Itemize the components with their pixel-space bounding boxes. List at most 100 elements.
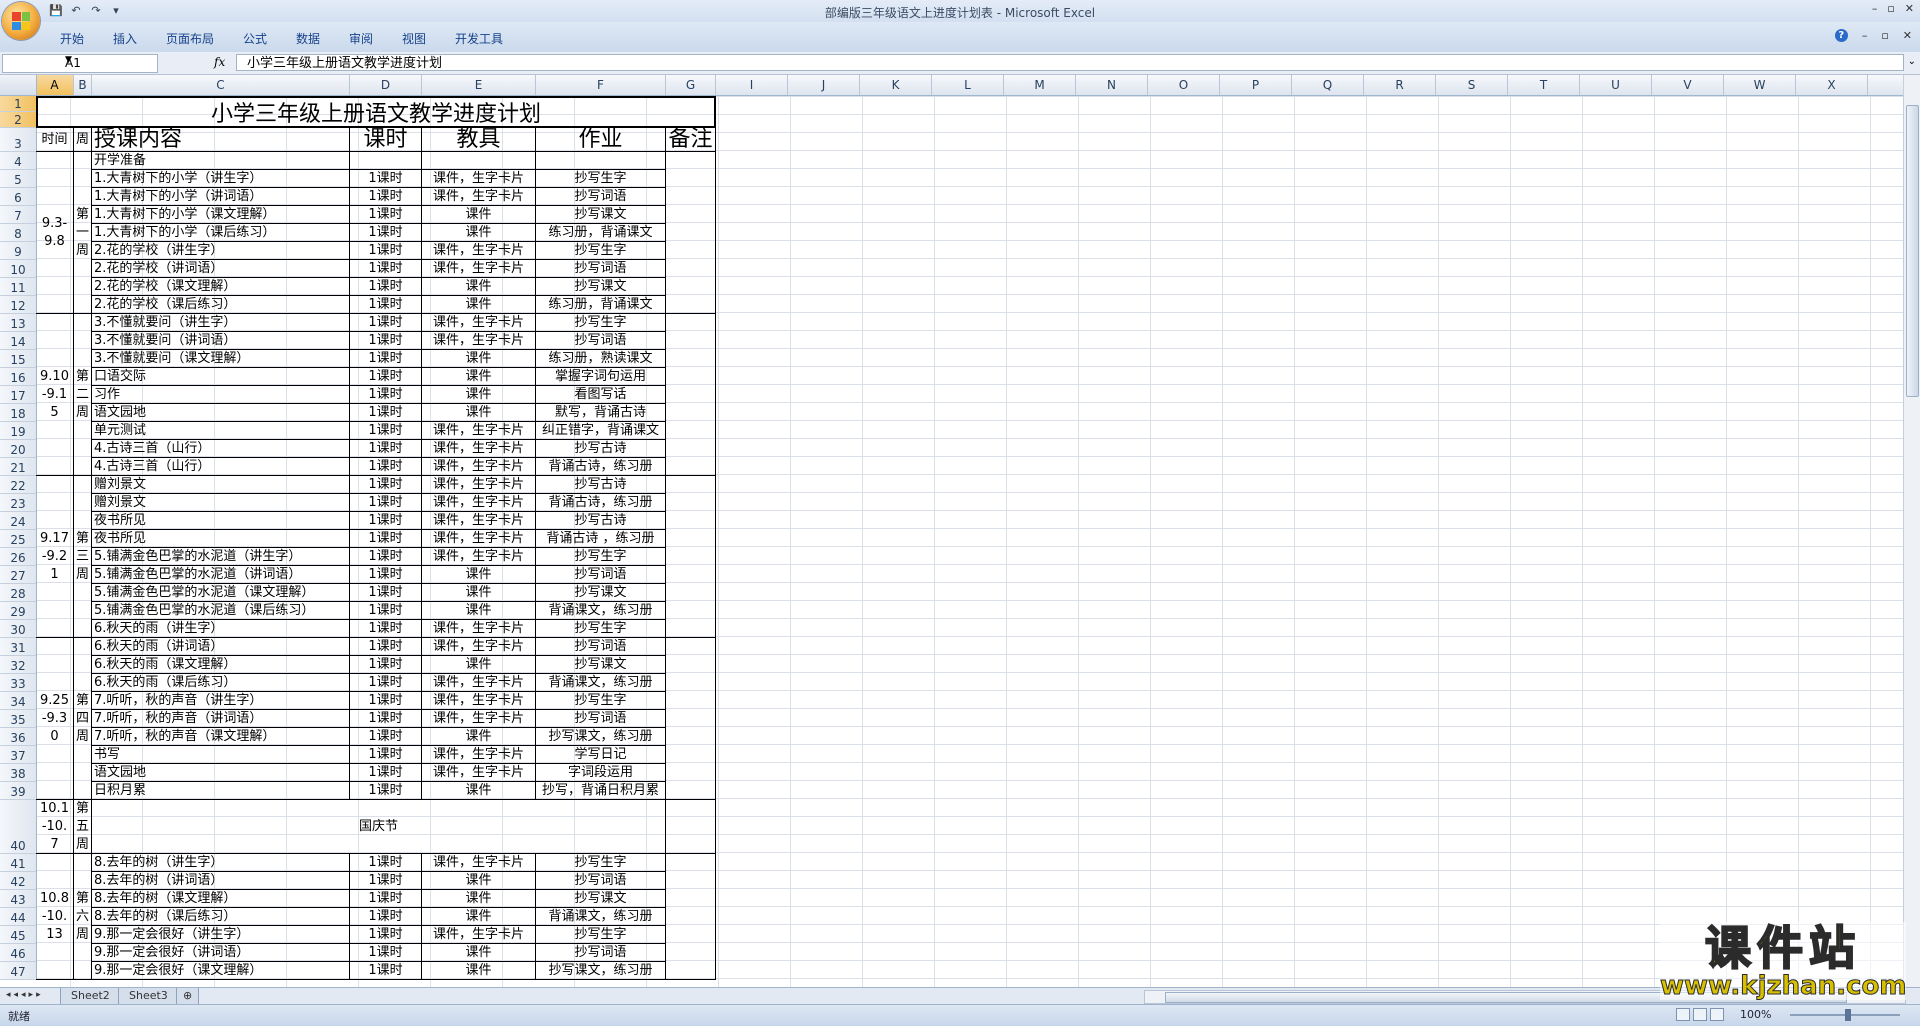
lesson-homework[interactable]: 抄写生字	[536, 926, 666, 944]
row-header[interactable]: 35	[0, 710, 36, 728]
lesson-hours[interactable]: 1课时	[350, 710, 422, 728]
row-header[interactable]: 2	[0, 112, 36, 128]
lesson-tools[interactable]: 课件	[422, 890, 536, 908]
row-header[interactable]: 3	[0, 128, 36, 152]
notes-cell[interactable]	[666, 152, 716, 314]
lesson-homework[interactable]: 默写，背诵古诗	[536, 404, 666, 422]
lesson-content[interactable]: 9.那一定会很好（讲词语）	[92, 944, 350, 962]
column-header[interactable]: X	[1796, 75, 1868, 95]
lesson-homework[interactable]: 抄写课文，练习册	[536, 962, 666, 980]
row-header[interactable]: 33	[0, 674, 36, 692]
lesson-homework[interactable]: 抄写课文	[536, 206, 666, 224]
lesson-tools[interactable]: 课件，生字卡片	[422, 746, 536, 764]
lesson-tools[interactable]: 课件	[422, 908, 536, 926]
tab-insert[interactable]: 插入	[113, 30, 137, 47]
week-label[interactable]: 第一周	[74, 152, 92, 314]
lesson-tools[interactable]: 课件，生字卡片	[422, 674, 536, 692]
zoom-slider-knob[interactable]	[1845, 1009, 1851, 1021]
lesson-hours[interactable]: 1课时	[350, 368, 422, 386]
lesson-content[interactable]: 6.秋天的雨（讲生字）	[92, 620, 350, 638]
lesson-tools[interactable]: 课件	[422, 656, 536, 674]
row-header[interactable]: 25	[0, 530, 36, 548]
row-header[interactable]: 42	[0, 872, 36, 890]
workbook-minimize-button[interactable]: –	[1862, 29, 1868, 42]
header-content[interactable]: 授课内容	[92, 128, 350, 152]
lesson-content[interactable]: 日积月累	[92, 782, 350, 800]
row-header[interactable]: 18	[0, 404, 36, 422]
lesson-homework[interactable]: 抄写生字	[536, 242, 666, 260]
lesson-tools[interactable]: 课件	[422, 944, 536, 962]
formula-input[interactable]: 小学三年级上册语文教学进度计划	[236, 54, 1904, 71]
lesson-tools[interactable]: 课件，生字卡片	[422, 530, 536, 548]
lesson-homework[interactable]: 抄写课文	[536, 656, 666, 674]
lesson-content[interactable]: 7.听听，秋的声音（讲生字）	[92, 692, 350, 710]
lesson-homework[interactable]: 抄写，背诵日积月累	[536, 782, 666, 800]
sheet-nav-arrows-icon[interactable]: ◂◂◂▸▸	[6, 990, 44, 1000]
lesson-hours[interactable]: 1课时	[350, 764, 422, 782]
holiday-cell[interactable]: 国庆节	[92, 800, 666, 854]
week-label[interactable]: 第三周	[74, 476, 92, 638]
lesson-homework[interactable]: 背诵课文，练习册	[536, 674, 666, 692]
chevron-down-icon[interactable]: ▼	[65, 55, 154, 65]
row-header[interactable]: 32	[0, 656, 36, 674]
lesson-hours[interactable]: 1课时	[350, 440, 422, 458]
lesson-hours[interactable]: 1课时	[350, 620, 422, 638]
vertical-scroll-thumb[interactable]	[1906, 105, 1919, 397]
lesson-hours[interactable]: 1课时	[350, 566, 422, 584]
lesson-content[interactable]: 口语交际	[92, 368, 350, 386]
lesson-hours[interactable]: 1课时	[350, 350, 422, 368]
lesson-content[interactable]: 2.花的学校（讲生字）	[92, 242, 350, 260]
lesson-content[interactable]: 9.那一定会很好（课文理解）	[92, 962, 350, 980]
column-header[interactable]: P	[1220, 75, 1292, 95]
column-header[interactable]: I	[716, 75, 788, 95]
lesson-hours[interactable]: 1课时	[350, 926, 422, 944]
lesson-homework[interactable]: 抄写课文	[536, 278, 666, 296]
row-header[interactable]: 39	[0, 782, 36, 800]
lesson-homework[interactable]: 背诵古诗 ，练习册	[536, 530, 666, 548]
header-tools[interactable]: 教具	[422, 128, 536, 152]
row-header[interactable]: 4	[0, 152, 36, 170]
lesson-tools[interactable]: 课件	[422, 206, 536, 224]
lesson-tools[interactable]: 课件，生字卡片	[422, 926, 536, 944]
row-header[interactable]: 10	[0, 260, 36, 278]
select-all-corner[interactable]	[0, 75, 37, 95]
row-header[interactable]: 8	[0, 224, 36, 242]
row-header[interactable]: 46	[0, 944, 36, 962]
sheet-title[interactable]: 小学三年级上册语文教学进度计划	[36, 96, 716, 128]
column-header[interactable]: G	[666, 75, 716, 95]
lesson-content[interactable]: 7.听听，秋的声音（课文理解）	[92, 728, 350, 746]
week-date-range[interactable]: 9.10-9.15	[36, 314, 74, 476]
lesson-tools[interactable]: 课件，生字卡片	[422, 512, 536, 530]
page-layout-view-icon[interactable]	[1693, 1008, 1707, 1021]
row-header[interactable]: 45	[0, 926, 36, 944]
lesson-content[interactable]: 书写	[92, 746, 350, 764]
lesson-tools[interactable]: 课件，生字卡片	[422, 764, 536, 782]
row-header[interactable]: 29	[0, 602, 36, 620]
week-date-range[interactable]: 9.17-9.21	[36, 476, 74, 638]
lesson-hours[interactable]: 1课时	[350, 638, 422, 656]
lesson-hours[interactable]: 1课时	[350, 476, 422, 494]
tab-home[interactable]: 开始	[60, 30, 84, 47]
notes-cell[interactable]	[666, 476, 716, 638]
column-header[interactable]: O	[1148, 75, 1220, 95]
lesson-tools[interactable]: 课件，生字卡片	[422, 548, 536, 566]
lesson-homework[interactable]: 背诵古诗，练习册	[536, 458, 666, 476]
lesson-content[interactable]: 语文园地	[92, 764, 350, 782]
lesson-homework[interactable]: 抄写词语	[536, 872, 666, 890]
lesson-tools[interactable]: 课件	[422, 962, 536, 980]
lesson-hours[interactable]: 1课时	[350, 656, 422, 674]
lesson-homework[interactable]: 抄写词语	[536, 566, 666, 584]
lesson-hours[interactable]	[350, 152, 422, 170]
lesson-hours[interactable]: 1课时	[350, 602, 422, 620]
lesson-content[interactable]: 1.大青树下的小学（课后练习）	[92, 224, 350, 242]
lesson-hours[interactable]: 1课时	[350, 746, 422, 764]
row-header[interactable]: 47	[0, 962, 36, 980]
lesson-content[interactable]: 2.花的学校（课后练习）	[92, 296, 350, 314]
row-header[interactable]: 20	[0, 440, 36, 458]
week-date-range[interactable]: 10.1-10.7	[36, 800, 74, 854]
name-box[interactable]: A1 ▼	[2, 54, 158, 73]
row-header[interactable]: 14	[0, 332, 36, 350]
lesson-hours[interactable]: 1课时	[350, 314, 422, 332]
header-notes[interactable]: 备注	[666, 128, 716, 152]
lesson-content[interactable]: 6.秋天的雨（讲词语）	[92, 638, 350, 656]
